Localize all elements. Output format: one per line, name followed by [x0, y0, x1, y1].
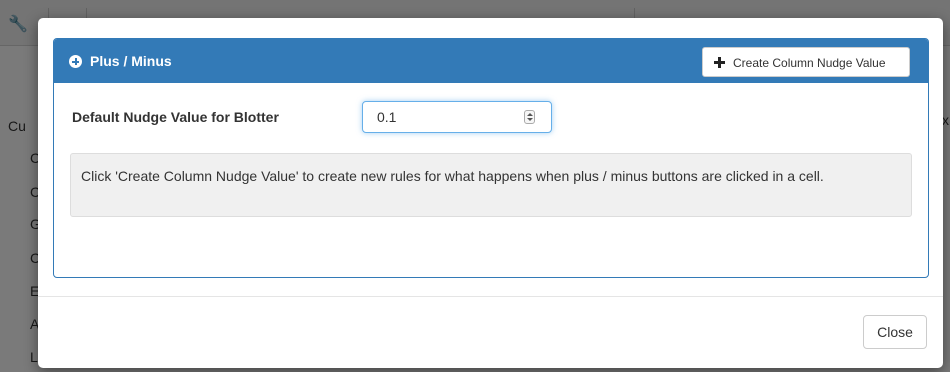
- footer-divider: [38, 296, 943, 297]
- default-nudge-field[interactable]: [362, 101, 552, 133]
- plus-circle-icon: [69, 55, 82, 68]
- number-spinner-icon[interactable]: [524, 110, 535, 124]
- plus-minus-modal: Plus / Minus Create Column Nudge Value D…: [38, 18, 943, 368]
- plus-minus-panel: Plus / Minus Create Column Nudge Value D…: [53, 38, 929, 278]
- panel-title: Plus / Minus: [90, 53, 172, 69]
- plus-icon: [714, 57, 725, 68]
- create-column-nudge-value-button[interactable]: Create Column Nudge Value: [702, 47, 910, 77]
- create-button-label: Create Column Nudge Value: [733, 56, 886, 70]
- default-nudge-label: Default Nudge Value for Blotter: [72, 109, 279, 125]
- info-message: Click 'Create Column Nudge Value' to cre…: [70, 153, 912, 217]
- close-button[interactable]: Close: [863, 315, 927, 349]
- default-nudge-input[interactable]: [363, 102, 523, 132]
- panel-heading: Plus / Minus Create Column Nudge Value: [54, 39, 928, 83]
